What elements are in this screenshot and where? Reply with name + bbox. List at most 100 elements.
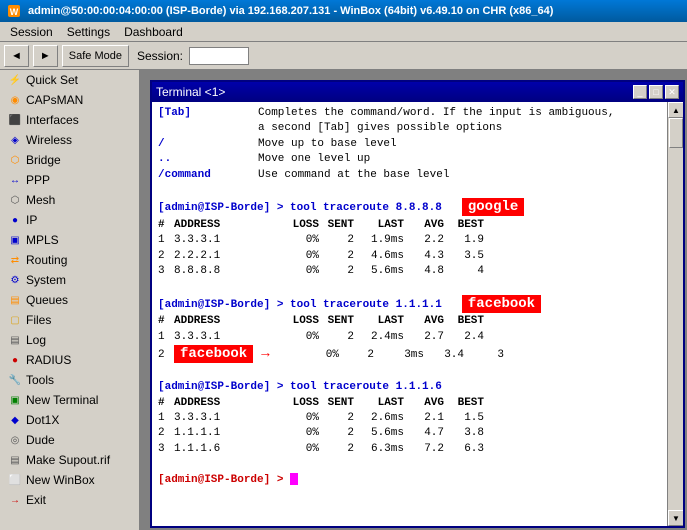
- interfaces-label: Interfaces: [26, 113, 79, 127]
- sidebar-item-tools[interactable]: 🔧 Tools: [0, 370, 139, 390]
- close-button[interactable]: ✕: [665, 85, 679, 99]
- dude-icon: ◎: [8, 433, 22, 447]
- scroll-thumb[interactable]: [669, 118, 683, 148]
- sidebar-item-new-terminal[interactable]: ▣New Terminal: [0, 390, 139, 410]
- help-desc: a second [Tab] gives possible options: [258, 122, 502, 134]
- sidebar-item-system[interactable]: ⚙System: [0, 270, 139, 290]
- mesh-icon: ⬡: [8, 193, 22, 207]
- sidebar-item-bridge[interactable]: ⬡ Bridge: [0, 150, 139, 170]
- queues-label: Queues: [26, 293, 68, 307]
- bridge-label: Bridge: [26, 153, 61, 167]
- menu-bar: Session Settings Dashboard: [0, 22, 687, 42]
- traceroute-row-1-0: 13.3.3.10%22.4ms2.72.4: [158, 330, 661, 345]
- sidebar-item-ppp[interactable]: ↔ PPP: [0, 170, 139, 190]
- session-label: Session:: [137, 49, 183, 63]
- traceroute-cmd-1: [admin@ISP-Borde] > tool traceroute 1.1.…: [158, 295, 661, 315]
- log-label: Log: [26, 333, 46, 347]
- session-input[interactable]: [189, 47, 249, 65]
- make-supout-icon: ▤: [8, 453, 22, 467]
- terminal-titlebar: Terminal <1> _ □ ✕: [152, 82, 683, 102]
- capsman-icon: ◉: [8, 93, 22, 107]
- traceroute-header-0: #ADDRESSLOSSSENTLASTAVGBEST: [158, 218, 661, 233]
- content-area: Terminal <1> _ □ ✕ [Tab]Completes the co…: [140, 70, 687, 530]
- tools-label: Tools: [26, 373, 54, 387]
- minimize-button[interactable]: _: [633, 85, 647, 99]
- make-supout-label: Make Supout.rif: [26, 453, 110, 467]
- safe-mode-button[interactable]: Safe Mode: [62, 45, 129, 67]
- sidebar-item-routing[interactable]: ⇄ Routing: [0, 250, 139, 270]
- traceroute-header-1: #ADDRESSLOSSSENTLASTAVGBEST: [158, 314, 661, 329]
- new-winbox-label: New WinBox: [26, 473, 95, 487]
- traceroute-row-1-1: 2facebook→0%23ms3.43: [158, 345, 661, 365]
- sidebar-item-mesh[interactable]: ⬡Mesh: [0, 190, 139, 210]
- sidebar-item-mpls[interactable]: ▣MPLS: [0, 230, 139, 250]
- sidebar-item-queues[interactable]: ▤ Queues: [0, 290, 139, 310]
- traceroute-row-0-2: 38.8.8.80%25.6ms4.84: [158, 264, 661, 279]
- scroll-down-button[interactable]: ▼: [668, 510, 683, 526]
- new-terminal-label: New Terminal: [26, 393, 98, 407]
- sidebar-item-quick-set[interactable]: ⚡ Quick Set: [0, 70, 139, 90]
- capsman-label: CAPsMAN: [26, 93, 83, 107]
- mpls-label: MPLS: [26, 233, 59, 247]
- maximize-button[interactable]: □: [649, 85, 663, 99]
- menu-settings[interactable]: Settings: [61, 24, 116, 40]
- ppp-label: PPP: [26, 173, 50, 187]
- scroll-track: [668, 118, 683, 510]
- bridge-icon: ⬡: [8, 153, 22, 167]
- terminal-scrollbar[interactable]: ▲ ▼: [667, 102, 683, 526]
- sidebar-item-make-supout[interactable]: ▤ Make Supout.rif: [0, 450, 139, 470]
- sidebar-item-radius[interactable]: ●RADIUS: [0, 350, 139, 370]
- sidebar-item-wireless[interactable]: ◈Wireless: [0, 130, 139, 150]
- ip-label: IP: [26, 213, 37, 227]
- traceroute-row-2-2: 31.1.1.60%26.3ms7.26.3: [158, 442, 661, 457]
- traceroute-header-2: #ADDRESSLOSSSENTLASTAVGBEST: [158, 396, 661, 411]
- sidebar-item-dot1x[interactable]: ◆Dot1X: [0, 410, 139, 430]
- sidebar-item-ip[interactable]: ● IP: [0, 210, 139, 230]
- sidebar-item-dude[interactable]: ◎ Dude: [0, 430, 139, 450]
- menu-dashboard[interactable]: Dashboard: [118, 24, 189, 40]
- sidebar-item-capsman[interactable]: ◉ CAPsMAN: [0, 90, 139, 110]
- sidebar-item-new-winbox[interactable]: ⬜ New WinBox: [0, 470, 139, 490]
- exit-icon: →: [8, 493, 22, 507]
- wireless-label: Wireless: [26, 133, 72, 147]
- traceroute-row-2-1: 21.1.1.10%25.6ms4.73.8: [158, 426, 661, 441]
- label-facebook: facebook: [462, 295, 541, 313]
- help-desc: Use command at the base level: [258, 169, 449, 181]
- forward-button[interactable]: ►: [33, 45, 58, 67]
- sidebar-item-log[interactable]: ▤Log: [0, 330, 139, 350]
- app-icon: W: [6, 3, 22, 19]
- sidebar-item-files[interactable]: ▢ Files: [0, 310, 139, 330]
- arrow-icon: →: [261, 346, 269, 362]
- files-label: Files: [26, 313, 51, 327]
- toolbar: ◄ ► Safe Mode Session:: [0, 42, 687, 70]
- dude-label: Dude: [26, 433, 55, 447]
- files-icon: ▢: [8, 313, 22, 327]
- tools-icon: 🔧: [8, 373, 22, 387]
- radius-icon: ●: [8, 353, 22, 367]
- queues-icon: ▤: [8, 293, 22, 307]
- help-desc: Move one level up: [258, 153, 370, 165]
- routing-label: Routing: [26, 253, 67, 267]
- terminal-help-section: [Tab]Completes the command/word. If the …: [158, 106, 661, 183]
- scroll-up-button[interactable]: ▲: [668, 102, 683, 118]
- window-title: admin@50:00:00:04:00:00 (ISP-Borde) via …: [28, 5, 553, 17]
- cursor: [290, 473, 298, 485]
- terminal-window: Terminal <1> _ □ ✕ [Tab]Completes the co…: [150, 80, 685, 528]
- interfaces-icon: ⬛: [8, 113, 22, 127]
- routing-icon: ⇄: [8, 253, 22, 267]
- help-key: /command: [158, 168, 258, 183]
- new-winbox-icon: ⬜: [8, 473, 22, 487]
- sidebar-item-exit[interactable]: →Exit: [0, 490, 139, 510]
- terminal-controls: _ □ ✕: [633, 85, 679, 99]
- ppp-icon: ↔: [8, 173, 22, 187]
- traceroute-cmd-0: [admin@ISP-Borde] > tool traceroute 8.8.…: [158, 198, 661, 218]
- sidebar-item-interfaces[interactable]: ⬛ Interfaces: [0, 110, 139, 130]
- menu-session[interactable]: Session: [4, 24, 59, 40]
- quick-set-label: Quick Set: [26, 73, 78, 87]
- back-button[interactable]: ◄: [4, 45, 29, 67]
- help-key: /: [158, 137, 258, 152]
- terminal-content[interactable]: [Tab]Completes the command/word. If the …: [152, 102, 667, 526]
- system-label: System: [26, 273, 66, 287]
- quick-set-icon: ⚡: [8, 73, 22, 87]
- ip-icon: ●: [8, 213, 22, 227]
